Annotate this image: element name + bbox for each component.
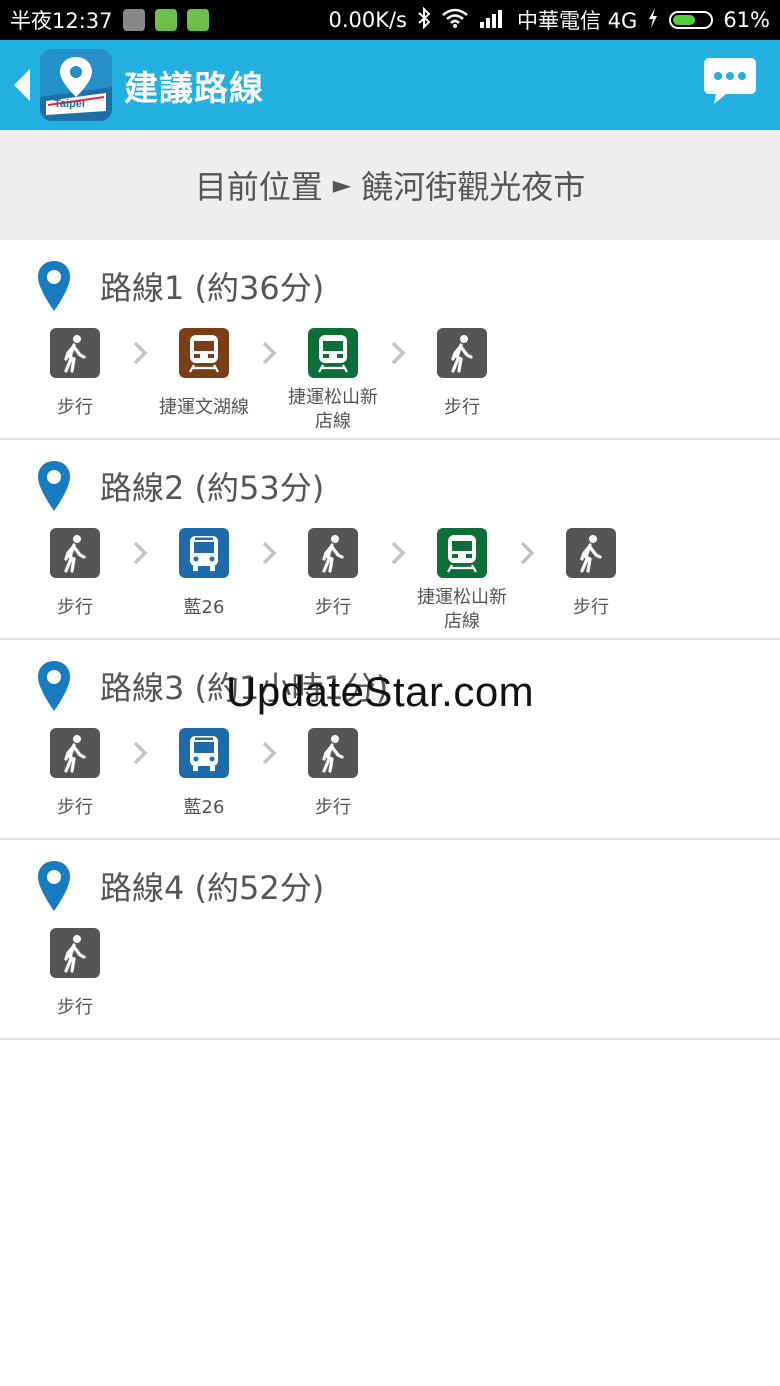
step-label: 藍26 xyxy=(183,797,225,818)
route-list: 路線1 (約36分) 步行 捷運文湖線 捷運松山新 店線 步行 路線2 (約53分) 步行 藍2… xyxy=(0,240,780,1040)
route-step: 步行 xyxy=(40,728,110,820)
route-step: 步行 xyxy=(556,528,626,620)
walking-person-icon xyxy=(566,528,616,578)
page-title: 建議路線 xyxy=(124,68,264,109)
step-label: 捷運松山新 店線 xyxy=(417,587,507,632)
chevron-left-icon[interactable] xyxy=(10,65,34,105)
chevron-right-icon xyxy=(368,528,427,578)
walking-person-icon xyxy=(50,528,100,578)
route-card[interactable]: 路線4 (約52分) 步行 xyxy=(0,840,780,1040)
status-time: 半夜12:37 xyxy=(10,9,113,33)
step-label: 步行 xyxy=(57,397,93,418)
route-card[interactable]: 路線1 (約36分) 步行 捷運文湖線 捷運松山新 店線 步行 xyxy=(0,240,780,440)
route-step: 步行 xyxy=(40,528,110,620)
chevron-right-icon xyxy=(239,328,298,378)
battery-icon xyxy=(669,11,714,29)
route-card[interactable]: 路線2 (約53分) 步行 藍26 步行 捷運松山新 店線 步行 xyxy=(0,440,780,640)
route-step: 捷運文湖線 xyxy=(159,328,249,420)
chevron-right-icon xyxy=(239,528,298,578)
route-summary: 目前位置 ► 饒河街觀光夜市 xyxy=(0,130,780,240)
step-label: 步行 xyxy=(315,597,351,618)
walking-person-icon xyxy=(308,528,358,578)
route-step: 步行 xyxy=(40,928,110,1020)
route-step: 捷運松山新 店線 xyxy=(417,528,507,634)
destination-label: 饒河街觀光夜市 xyxy=(361,168,586,206)
route-title: 路線3 (約1小時1分) xyxy=(36,656,388,716)
step-label: 步行 xyxy=(444,397,480,418)
map-pin-icon xyxy=(38,861,70,911)
route-step: 藍26 xyxy=(169,528,239,620)
signal-icon xyxy=(479,7,507,34)
status-bar: 半夜12:37 0.00K/s 中華電信 4G 61% xyxy=(0,0,780,40)
step-label: 捷運文湖線 xyxy=(159,397,249,418)
app-bar: Taipei 建議路線 xyxy=(0,40,780,130)
step-label: 步行 xyxy=(57,997,93,1018)
bus-icon xyxy=(179,728,229,778)
chevron-right-icon xyxy=(497,528,556,578)
android-notification-icon xyxy=(154,9,177,31)
route-title: 路線1 (約36分) xyxy=(36,256,324,316)
walking-person-icon xyxy=(308,728,358,778)
chevron-right-icon xyxy=(368,328,427,378)
chevron-right-icon xyxy=(239,728,298,778)
route-name: 路線1 (約36分) xyxy=(100,269,325,307)
route-step: 步行 xyxy=(40,328,110,420)
chevron-right-icon xyxy=(110,528,169,578)
chat-bubble-icon[interactable] xyxy=(702,56,758,108)
route-name: 路線2 (約53分) xyxy=(100,469,325,507)
route-title: 路線2 (約53分) xyxy=(36,456,324,516)
wifi-icon xyxy=(441,7,469,34)
step-label: 步行 xyxy=(573,597,609,618)
charging-icon xyxy=(647,7,659,34)
step-label: 藍26 xyxy=(183,597,225,618)
route-steps: 步行 xyxy=(40,928,110,1020)
route-steps: 步行 藍26 步行 捷運松山新 店線 步行 xyxy=(40,528,626,634)
step-label: 步行 xyxy=(315,797,351,818)
network-speed: 0.00K/s xyxy=(328,8,407,32)
route-step: 藍26 xyxy=(169,728,239,820)
metro-train-icon xyxy=(179,328,229,378)
route-steps: 步行 藍26 步行 xyxy=(40,728,368,820)
route-name: 路線4 (約52分) xyxy=(100,869,325,907)
app-logo: Taipei xyxy=(40,49,112,121)
arrow-right-icon: ► xyxy=(332,171,352,199)
metro-train-icon xyxy=(308,328,358,378)
bluetooth-icon xyxy=(417,6,431,34)
walking-person-icon xyxy=(50,728,100,778)
chevron-right-icon xyxy=(110,728,169,778)
walking-person-icon xyxy=(50,928,100,978)
step-label: 捷運松山新 店線 xyxy=(288,387,378,432)
logo-text: Taipei xyxy=(54,98,85,110)
route-steps: 步行 捷運文湖線 捷運松山新 店線 步行 xyxy=(40,328,497,434)
battery-percent: 61% xyxy=(723,8,770,32)
bus-icon xyxy=(179,528,229,578)
route-step: 步行 xyxy=(427,328,497,420)
walking-person-icon xyxy=(50,328,100,378)
android-notification-icon xyxy=(186,9,209,31)
carrier-label: 中華電信 4G xyxy=(517,9,638,33)
map-pin-icon xyxy=(38,261,70,311)
map-pin-icon xyxy=(38,661,70,711)
origin-label: 目前位置 xyxy=(194,168,323,206)
chevron-right-icon xyxy=(110,328,169,378)
route-name: 路線3 (約1小時1分) xyxy=(100,669,389,707)
step-label: 步行 xyxy=(57,797,93,818)
route-title: 路線4 (約52分) xyxy=(36,856,324,916)
route-step: 步行 xyxy=(298,528,368,620)
map-pin-icon xyxy=(38,461,70,511)
route-card[interactable]: 路線3 (約1小時1分) 步行 藍26 步行 xyxy=(0,640,780,840)
walking-person-icon xyxy=(437,328,487,378)
route-step: 步行 xyxy=(298,728,368,820)
metro-train-icon xyxy=(437,528,487,578)
app-notification-icon xyxy=(122,9,145,31)
step-label: 步行 xyxy=(57,597,93,618)
route-step: 捷運松山新 店線 xyxy=(288,328,378,434)
